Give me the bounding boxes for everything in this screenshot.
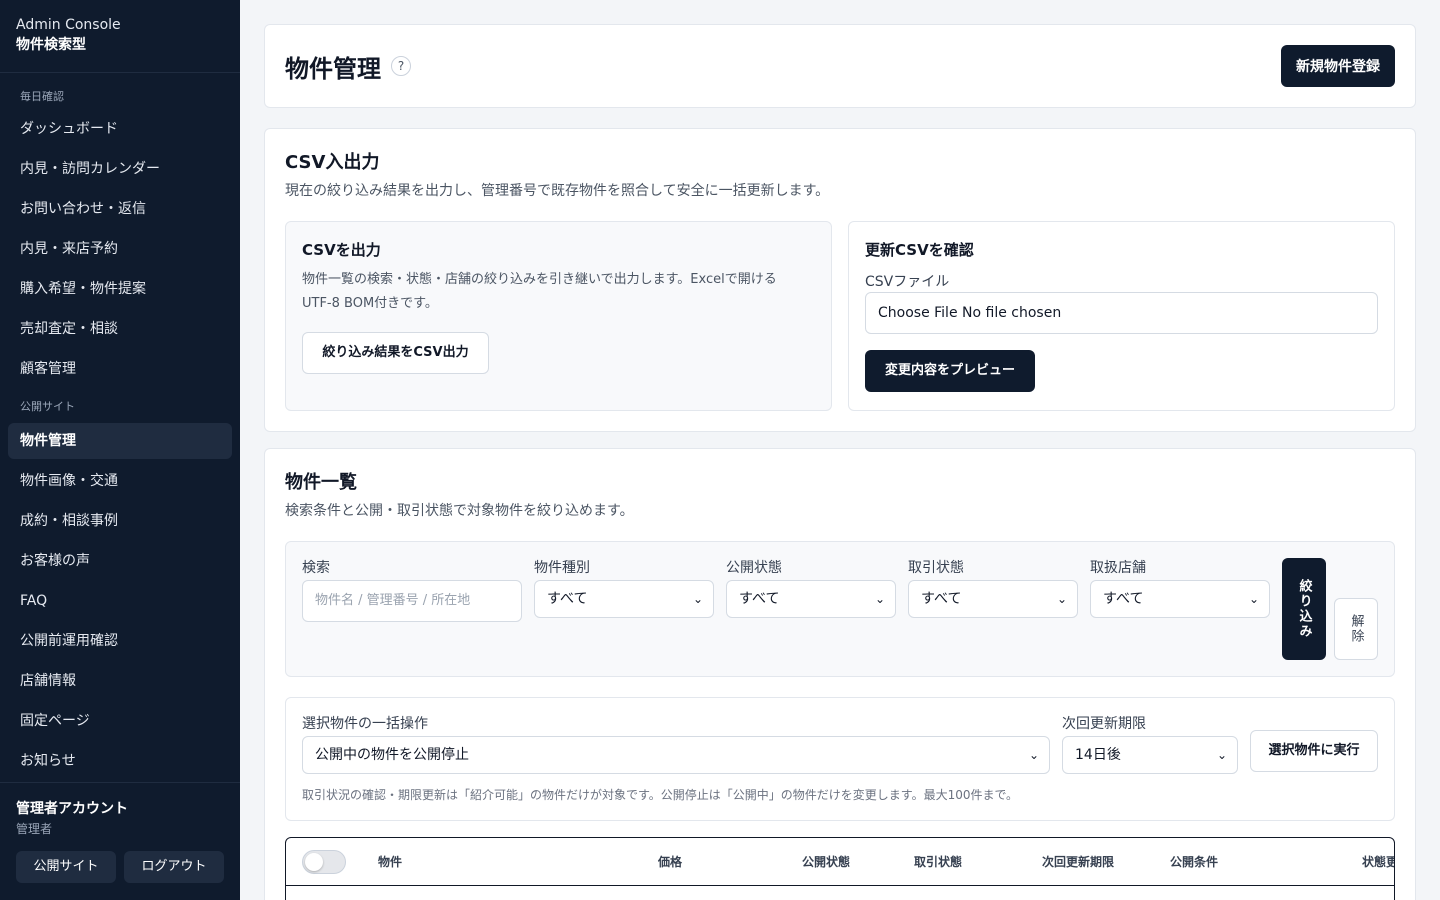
type-select-value: すべて	[547, 591, 588, 607]
property-list-section: 物件一覧 検索条件と公開・取引状態で対象物件を絞り込めます。 検索 物件名 / …	[264, 448, 1416, 900]
sidebar-item-calendar[interactable]: 内見・訪問カレンダー	[8, 151, 232, 187]
csv-export-description-2: UTF-8 BOM付きです。	[302, 296, 438, 311]
sidebar-item-case-studies[interactable]: 成約・相談事例	[8, 503, 232, 539]
column-header-next-update[interactable]: 次回更新期限	[1042, 838, 1114, 886]
sidebar-item-inquiries[interactable]: お問い合わせ・返信	[8, 191, 232, 227]
chevron-down-icon: ⌄	[1248, 592, 1259, 606]
sidebar-item-customers[interactable]: 顧客管理	[8, 351, 232, 387]
sidebar-item-news[interactable]: お知らせ	[8, 743, 232, 779]
list-section-title: 物件一覧	[285, 472, 357, 493]
column-header-deal-status[interactable]: 取引状態	[914, 838, 962, 886]
page-title: 物件管理	[285, 54, 381, 83]
deal-select[interactable]: すべて ⌄	[908, 580, 1078, 618]
sidebar-item-store-info[interactable]: 店舗情報	[8, 663, 232, 699]
bulk-note: 取引状況の確認・期限更新は「紹介可能」の物件だけが対象です。公開停止は「公開中」…	[302, 788, 1019, 802]
filter-apply-button[interactable]: 絞り込み	[1282, 558, 1326, 660]
sidebar-item-testimonials[interactable]: お客様の声	[8, 543, 232, 579]
brand-title: Admin Console	[16, 17, 121, 33]
search-input[interactable]: 物件名 / 管理番号 / 所在地	[302, 580, 522, 622]
store-select[interactable]: すべて ⌄	[1090, 580, 1270, 618]
filter-clear-button[interactable]: 解除	[1334, 598, 1378, 660]
sidebar-item-purchase-requests[interactable]: 購入希望・物件提案	[8, 271, 232, 307]
csv-export-button[interactable]: 絞り込み結果をCSV出力	[302, 332, 489, 374]
brand: Admin Console 物件検索型	[0, 0, 240, 73]
table-header-row: 物件 価格 公開状態 取引状態 次回更新期限 公開条件 状態更	[286, 838, 1394, 886]
publish-select-value: すべて	[739, 591, 780, 607]
csv-import-title: 更新CSVを確認	[865, 241, 974, 259]
sidebar-item-prelaunch-check[interactable]: 公開前運用確認	[8, 623, 232, 659]
column-header-price[interactable]: 価格	[658, 838, 682, 886]
filter-panel: 検索 物件名 / 管理番号 / 所在地 物件種別 すべて ⌄ 公開状態 すべて ⌄ …	[285, 541, 1395, 677]
sidebar-item-static-pages[interactable]: 固定ページ	[8, 703, 232, 739]
sidebar-item-dashboard[interactable]: ダッシュボード	[8, 111, 232, 147]
deal-select-value: すべて	[921, 591, 962, 607]
bulk-action-panel: 選択物件の一括操作 公開中の物件を公開停止 ⌄ 次回更新期限 14日後 ⌄ 選択物件…	[285, 697, 1395, 821]
column-header-publish-status[interactable]: 公開状態	[802, 838, 850, 886]
deadline-label: 次回更新期限	[1062, 716, 1146, 732]
page-title-wrap: 物件管理 ?	[285, 49, 411, 84]
select-all-toggle[interactable]	[302, 850, 346, 874]
chevron-down-icon: ⌄	[1216, 748, 1227, 762]
sidebar-item-faq[interactable]: FAQ	[8, 583, 232, 619]
sidebar-item-properties[interactable]: 物件管理	[8, 423, 232, 459]
csv-section-description: 現在の絞り込み結果を出力し、管理番号で既存物件を照合して安全に一括更新します。	[285, 183, 830, 199]
brand-subtitle: 物件検索型	[16, 37, 86, 53]
csv-section: CSV入出力 現在の絞り込み結果を出力し、管理番号で既存物件を照合して安全に一括…	[264, 128, 1416, 432]
csv-preview-button[interactable]: 変更内容をプレビュー	[865, 350, 1035, 392]
sidebar-footer: 管理者アカウント 管理者 公開サイト ログアウト	[0, 782, 240, 900]
csv-export-panel: CSVを出力 物件一覧の検索・状態・店舗の絞り込みを引き継いで出力します。Exc…	[285, 221, 832, 411]
publish-label: 公開状態	[726, 560, 782, 576]
csv-export-title: CSVを出力	[302, 241, 381, 259]
account-role: 管理者	[16, 822, 53, 836]
logout-button[interactable]: ログアウト	[124, 851, 224, 883]
account-name: 管理者アカウント	[16, 801, 128, 817]
nav-section-public: 公開サイト	[20, 400, 75, 413]
bulk-action-value: 公開中の物件を公開停止	[315, 747, 469, 763]
property-table: 物件 価格 公開状態 取引状態 次回更新期限 公開条件 状態更	[285, 837, 1395, 900]
column-header-publish-conditions[interactable]: 公開条件	[1170, 838, 1218, 886]
help-icon[interactable]: ?	[391, 56, 411, 76]
publish-select[interactable]: すべて ⌄	[726, 580, 896, 618]
csv-import-panel: 更新CSVを確認 CSVファイル Choose File No file cho…	[848, 221, 1395, 411]
sidebar-item-sale-appraisal[interactable]: 売却査定・相談	[8, 311, 232, 347]
store-select-value: すべて	[1103, 591, 1144, 607]
chevron-down-icon: ⌄	[874, 592, 885, 606]
csv-file-label: CSVファイル	[865, 274, 950, 290]
public-site-button[interactable]: 公開サイト	[16, 851, 116, 883]
csv-file-input[interactable]: Choose File No file chosen	[865, 292, 1378, 334]
store-label: 取扱店舗	[1090, 560, 1146, 576]
list-section-description: 検索条件と公開・取引状態で対象物件を絞り込めます。	[285, 503, 634, 519]
main-content: 物件管理 ? 新規物件登録 CSV入出力 現在の絞り込み結果を出力し、管理番号で…	[264, 24, 1416, 900]
column-header-status-update[interactable]: 状態更	[1362, 838, 1394, 886]
type-select[interactable]: すべて ⌄	[534, 580, 714, 618]
type-label: 物件種別	[534, 560, 590, 576]
bulk-run-button[interactable]: 選択物件に実行	[1250, 730, 1378, 772]
deadline-select[interactable]: 14日後 ⌄	[1062, 736, 1238, 774]
csv-export-description-1: 物件一覧の検索・状態・店舗の絞り込みを引き継いで出力します。Excelで開ける	[302, 272, 777, 287]
csv-section-title: CSV入出力	[285, 152, 380, 173]
new-property-button[interactable]: 新規物件登録	[1281, 45, 1395, 87]
sidebar-item-property-images[interactable]: 物件画像・交通	[8, 463, 232, 499]
chevron-down-icon: ⌄	[692, 592, 703, 606]
deal-label: 取引状態	[908, 560, 964, 576]
search-label: 検索	[302, 560, 330, 576]
chevron-down-icon: ⌄	[1028, 748, 1039, 762]
chevron-down-icon: ⌄	[1056, 592, 1067, 606]
sidebar: Admin Console 物件検索型 毎日確認 ダッシュボード 内見・訪問カレ…	[0, 0, 240, 900]
toggle-knob	[305, 853, 323, 871]
deadline-value: 14日後	[1075, 747, 1121, 763]
bulk-action-label: 選択物件の一括操作	[302, 716, 428, 732]
bulk-action-select[interactable]: 公開中の物件を公開停止 ⌄	[302, 736, 1050, 774]
page-header: 物件管理 ? 新規物件登録	[264, 24, 1416, 108]
column-header-property[interactable]: 物件	[378, 838, 402, 886]
nav-section-daily: 毎日確認	[20, 90, 64, 103]
sidebar-item-reservations[interactable]: 内見・来店予約	[8, 231, 232, 267]
